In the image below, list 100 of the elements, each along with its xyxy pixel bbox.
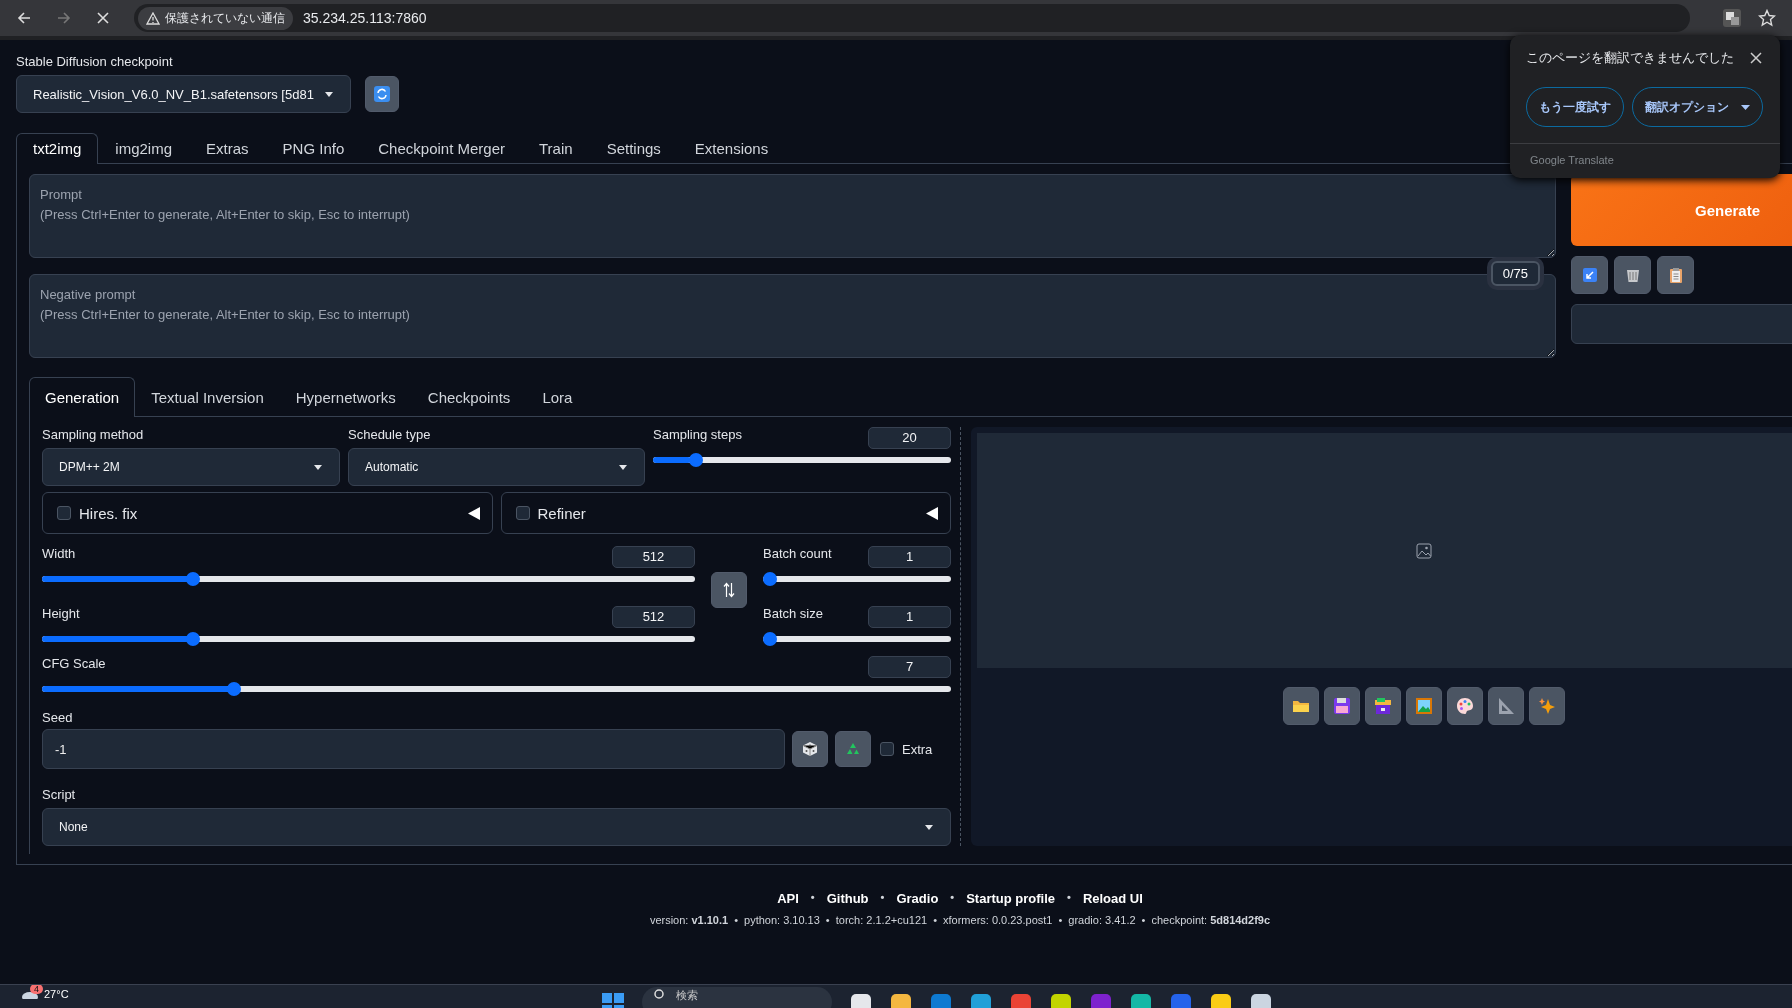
collapse-arrow-icon xyxy=(926,506,938,520)
dice-icon xyxy=(802,741,818,757)
tab[interactable]: txt2img xyxy=(16,133,99,164)
reuse-seed-button[interactable] xyxy=(835,731,871,767)
slider-thumb[interactable] xyxy=(227,682,242,696)
caret-icon xyxy=(1741,104,1750,110)
swap-button[interactable] xyxy=(711,572,747,608)
footer-link[interactable]: API xyxy=(777,891,799,906)
sparkles-icon xyxy=(1537,697,1556,715)
separator-dot: • xyxy=(1141,914,1146,926)
slider-thumb[interactable] xyxy=(689,453,704,467)
footer-link[interactable]: Github xyxy=(826,891,869,906)
version-text: xformers: 0.0.23.post1 xyxy=(943,914,1053,926)
send-to-img2img-button[interactable] xyxy=(1405,687,1442,725)
archive-icon xyxy=(1373,697,1392,715)
checkbox-label: Extra xyxy=(902,741,933,757)
tab[interactable]: img2img xyxy=(98,133,190,164)
open-folder-button[interactable] xyxy=(1282,687,1319,725)
tab[interactable]: Extras xyxy=(189,133,266,164)
refresh-icon xyxy=(373,85,391,103)
popup-title: このページを翻訳できませんでした xyxy=(1526,49,1734,67)
slider-fill xyxy=(653,457,692,463)
seed-field[interactable]: -1 xyxy=(42,729,785,769)
field-label: Sampling method xyxy=(42,427,145,442)
warning-icon xyxy=(146,11,160,25)
caret-icon xyxy=(924,823,934,831)
tab[interactable]: Checkpoint Merger xyxy=(361,133,522,164)
random-seed-button[interactable] xyxy=(792,731,828,767)
zip-button[interactable] xyxy=(1364,687,1401,725)
number-field[interactable]: 20 xyxy=(868,427,951,449)
refresh-button[interactable] xyxy=(365,76,399,112)
checkbox[interactable] xyxy=(880,742,894,756)
url-text: 35.234.25.113:7860 xyxy=(303,10,427,26)
accordion-label: Refiner xyxy=(537,504,587,522)
version-text: version: v1.10.1 xyxy=(649,914,729,926)
footer-link[interactable]: Gradio xyxy=(896,891,939,906)
accordion-header[interactable]: Hires. fix xyxy=(42,492,493,534)
dropdown[interactable]: DPM++ 2M xyxy=(42,448,340,486)
prompt-field[interactable]: Prompt (Press Ctrl+Enter to generate, Alt+Enter to skip, Esc to interrupt) xyxy=(29,174,1556,258)
dropdown[interactable]: Automatic xyxy=(348,448,645,486)
accordion-header[interactable]: Refiner xyxy=(500,492,951,534)
collapse-arrow-icon xyxy=(467,506,480,520)
tab[interactable]: Lora xyxy=(526,377,589,417)
save-button[interactable] xyxy=(1323,687,1360,725)
tab[interactable]: Checkpoints xyxy=(411,377,527,417)
slider-thumb[interactable] xyxy=(763,572,777,586)
slider-thumb[interactable] xyxy=(186,632,201,646)
search-icon xyxy=(654,989,666,1001)
caret-icon xyxy=(618,463,628,471)
close-icon[interactable] xyxy=(1750,52,1762,64)
send-to-extras-button[interactable] xyxy=(1487,687,1524,725)
notification-badge: 4 xyxy=(30,985,43,994)
tab[interactable]: Settings xyxy=(589,133,678,164)
tab[interactable]: Generation xyxy=(29,377,136,417)
accordion-label: Hires. fix xyxy=(79,504,139,522)
palette-icon xyxy=(1455,697,1474,715)
tab[interactable]: Extensions xyxy=(677,133,786,164)
footer-link[interactable]: Reload UI xyxy=(1082,891,1143,906)
slider-label: Batch count xyxy=(763,546,832,561)
tab[interactable]: Hypernetworks xyxy=(279,377,412,417)
close-icon[interactable] xyxy=(96,11,110,25)
slider-label: CFG Scale xyxy=(42,656,106,671)
security-chip[interactable]: 保護されていない通信 xyxy=(138,6,293,30)
slider-thumb[interactable] xyxy=(763,632,777,646)
image-placeholder-icon xyxy=(1415,542,1432,559)
star-icon[interactable] xyxy=(1758,9,1776,27)
send-to-inpaint-button[interactable] xyxy=(1446,687,1483,725)
number-field[interactable]: 7 xyxy=(868,656,951,678)
back-icon[interactable] xyxy=(16,10,32,26)
checkbox[interactable] xyxy=(515,506,530,520)
separator-dot: • xyxy=(880,891,885,905)
paste-button[interactable] xyxy=(1571,256,1608,294)
forward-icon[interactable] xyxy=(56,10,72,26)
field-label: Script xyxy=(42,787,77,802)
tab[interactable]: Textual Inversion xyxy=(135,377,280,417)
sparkle-button[interactable] xyxy=(1528,687,1565,725)
number-field[interactable]: 512 xyxy=(612,546,695,568)
number-field[interactable]: 1 xyxy=(868,606,951,628)
slider-label: Height xyxy=(42,606,80,621)
field-label: Seed xyxy=(42,710,74,725)
version-text: python: 3.10.13 xyxy=(744,914,820,926)
taskbar-search-field[interactable]: 検索 xyxy=(642,987,832,1008)
dropdown[interactable]: None xyxy=(42,808,951,846)
clipboard-icon xyxy=(1668,266,1683,284)
number-field[interactable]: 512 xyxy=(612,606,695,628)
separator-dot: • xyxy=(933,914,937,926)
clear-button[interactable] xyxy=(1614,256,1651,294)
slider-thumb[interactable] xyxy=(186,572,201,586)
tab[interactable]: PNG Info xyxy=(265,133,362,164)
slider-label: Batch size xyxy=(763,606,823,621)
trash-icon xyxy=(1624,267,1641,283)
checkbox[interactable] xyxy=(57,506,71,520)
separator-dot: • xyxy=(950,891,955,905)
clipboard-button[interactable] xyxy=(1657,256,1694,294)
checkpoint-dropdown[interactable]: Realistic_Vision_V6.0_NV_B1.safetensors [5d81 xyxy=(16,75,351,113)
number-field[interactable]: 1 xyxy=(868,546,951,568)
address-bar[interactable]: 保護されていない通信 35.234.25.113:7860 xyxy=(134,4,1690,32)
tab[interactable]: Train xyxy=(522,133,590,164)
footer-link[interactable]: Startup profile xyxy=(966,891,1056,906)
swap-arrows-icon xyxy=(723,582,735,598)
